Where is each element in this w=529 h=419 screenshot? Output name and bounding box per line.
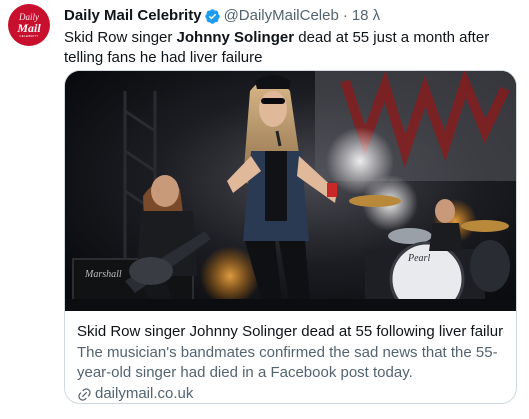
- tweet-timestamp[interactable]: 18 λ: [352, 6, 380, 26]
- link-preview-card[interactable]: Marshall Pearl Skid Row singer Johnny So…: [64, 70, 517, 404]
- concert-photo[interactable]: Marshall Pearl: [65, 71, 517, 311]
- card-domain[interactable]: dailymail.co.uk: [77, 384, 504, 403]
- account-name[interactable]: Daily Mail Celebrity: [64, 6, 202, 26]
- tweet-header: Daily Mail Celebrity @DailyMailCeleb · 1…: [64, 6, 517, 26]
- avatar[interactable]: Daily Mail CELEBRITY: [8, 4, 50, 46]
- avatar-text-celebrity: CELEBRITY: [19, 33, 39, 38]
- avatar-text-mail: Mail: [17, 20, 41, 35]
- amp-logo-text: Marshall: [84, 269, 122, 280]
- tweet-text-bold: Johnny Solinger: [176, 29, 295, 46]
- verified-badge-icon: [204, 8, 221, 25]
- card-description: The musician's bandmates confirmed the s…: [77, 344, 498, 381]
- tweet-text-part-1: Skid Row singer: [64, 29, 177, 46]
- drum-logo-text: Pearl: [407, 253, 430, 264]
- link-icon: [77, 387, 92, 402]
- tweet-text: Skid Row singer Johnny Solinger dead at …: [64, 28, 517, 68]
- account-handle[interactable]: @DailyMailCeleb: [224, 6, 339, 26]
- tweet-content: Daily Mail Celebrity @DailyMailCeleb · 1…: [64, 6, 517, 68]
- card-body: Skid Row singer Johnny Solinger dead at …: [65, 311, 516, 403]
- card-title[interactable]: Skid Row singer Johnny Solinger dead at …: [77, 322, 504, 342]
- tweet[interactable]: Daily Mail CELEBRITY Daily Mail Celebrit…: [0, 0, 529, 419]
- header-separator: ·: [342, 7, 348, 24]
- avatar-text-daily: Daily: [19, 11, 39, 22]
- card-domain-text: dailymail.co.uk: [95, 385, 194, 402]
